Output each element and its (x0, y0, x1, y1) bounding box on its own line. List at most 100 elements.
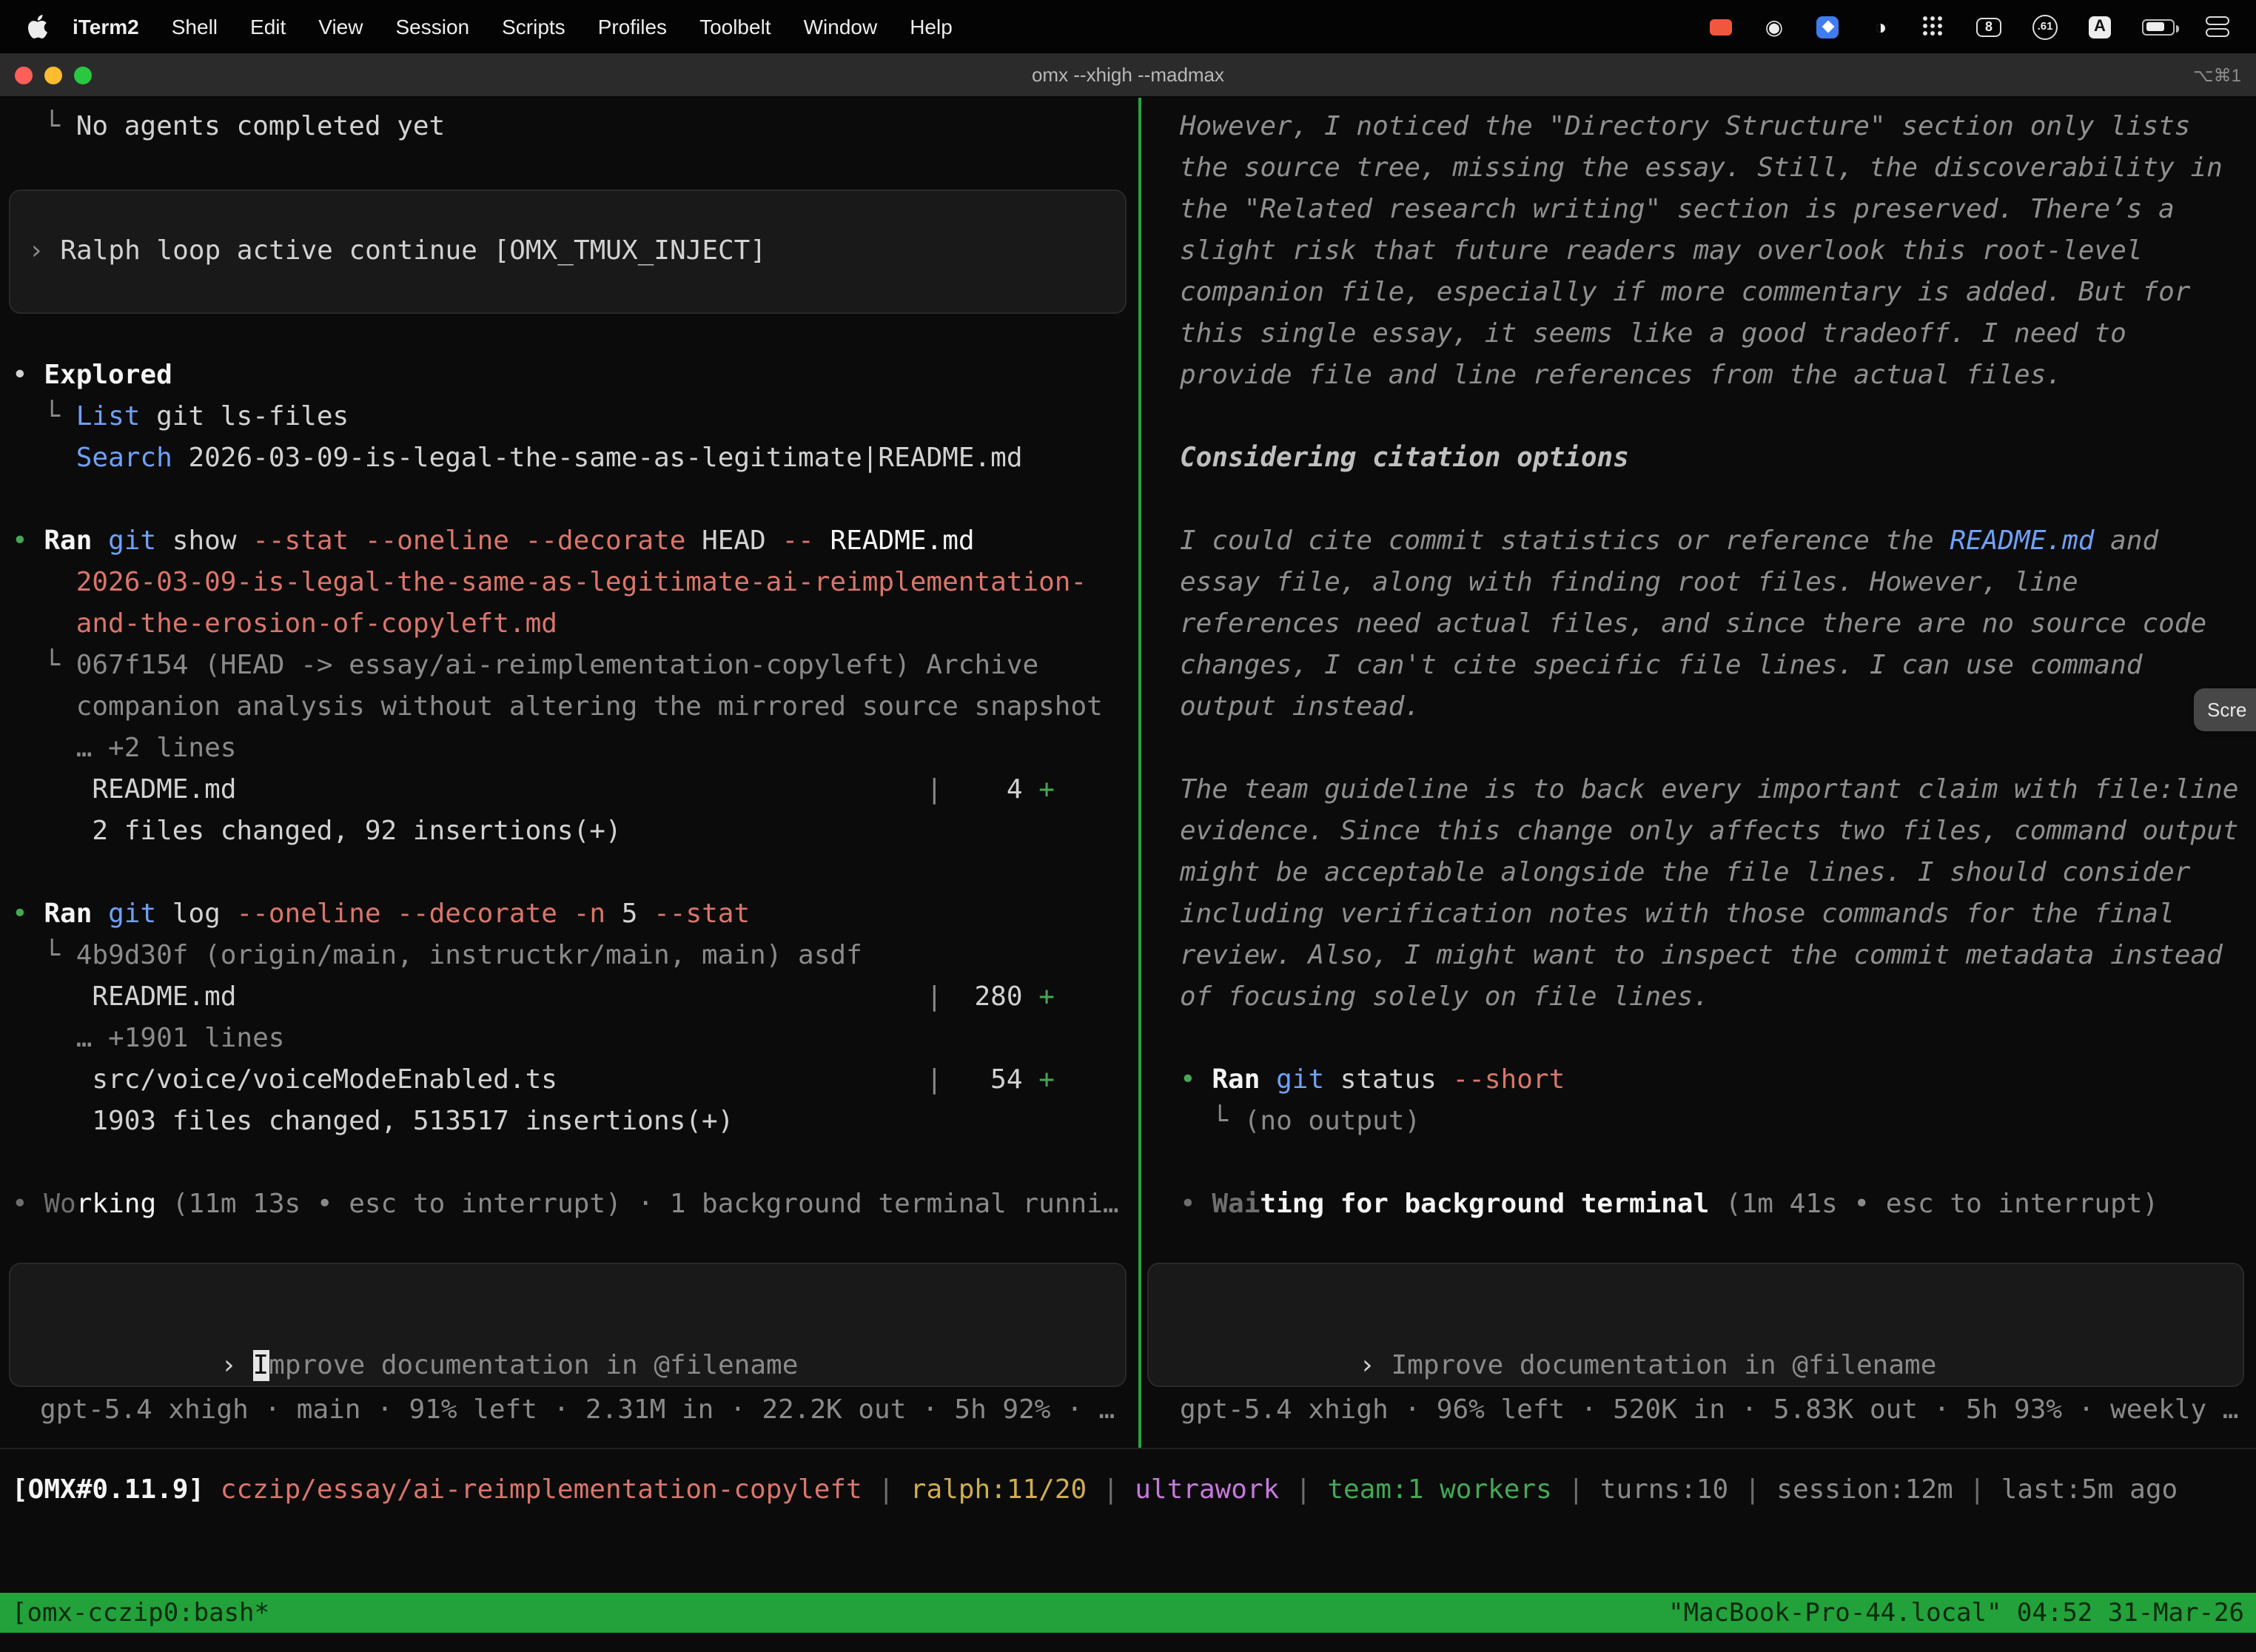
left-pane-lines: • Explored └ List git ls-files Search 20… (0, 314, 1138, 1226)
blank-line (1180, 1018, 2256, 1060)
queued-message-line: › Ralph loop active continue [OMX_TMUX_I… (28, 231, 766, 272)
tmux-host-clock: "MacBook-Pro-44.local" 04:52 31-Mar-26 (1668, 1598, 2244, 1628)
terminal-line: this single essay, it seems like a good … (1180, 314, 2256, 355)
left-pane-lines-top: └ No agents completed yet (0, 98, 1138, 189)
launcher-app-icon[interactable] (1816, 16, 1839, 38)
window-title: omx --xhigh --madmax (0, 64, 2256, 86)
terminal-line: 2 files changed, 92 insertions(+) (12, 811, 1138, 853)
blank-line (12, 314, 1138, 355)
terminal-line: changes, I can't cite specific file line… (1180, 645, 2256, 687)
terminal-line: … +1901 lines (12, 1018, 1138, 1060)
menu-item-session[interactable]: Session (379, 15, 486, 38)
terminal-line: references need actual files, and since … (1180, 604, 2256, 645)
terminal-line: • Explored (12, 355, 1138, 397)
battery-gauge-icon[interactable]: .61 (2032, 14, 2058, 39)
terminal-line: The team guideline is to back every impo… (1180, 770, 2256, 811)
omx-status-line: [OMX#0.11.9] cczip/essay/ai-reimplementa… (0, 1470, 2256, 1511)
menu-item-toolbelt[interactable]: Toolbelt (683, 15, 788, 38)
blank-line (12, 148, 1138, 189)
tmux-session-window: [omx-cczip0:bash* (12, 1598, 269, 1628)
blank-line (12, 1143, 1138, 1184)
blank-line (1180, 480, 2256, 521)
prompt-input-left[interactable]: › Improve documentation in @filename (9, 1263, 1127, 1387)
terminal-line: companion file, especially if more comme… (1180, 272, 2256, 314)
apple-menu-icon[interactable] (18, 0, 56, 53)
input-prompt-icon: › (1359, 1350, 1391, 1381)
terminal-line: └ 4b9d30f (origin/main, instructkr/main,… (12, 936, 1138, 977)
terminal-line: Considering citation options (1180, 438, 2256, 480)
battery-icon[interactable] (2142, 19, 2175, 35)
menu-bar: iTerm2ShellEditViewSessionScriptsProfile… (0, 0, 2256, 53)
tmux-panes: └ No agents completed yet › Ralph loop a… (0, 98, 2256, 1449)
blank-line (1180, 1143, 2256, 1184)
terminal-line: review. Also, I might want to inspect th… (1180, 936, 2256, 977)
terminal-line: might be acceptable alongside the file l… (1180, 853, 2256, 894)
terminal-line: • Waiting for background terminal (1m 41… (1180, 1184, 2256, 1226)
menu-item-view[interactable]: View (302, 15, 379, 38)
menu-item-shell[interactable]: Shell (155, 15, 234, 38)
terminal-line: provide file and line references from th… (1180, 355, 2256, 397)
close-button[interactable] (15, 66, 33, 84)
input-cursor: I (252, 1350, 269, 1381)
screen-share-tab[interactable]: Scre (2194, 688, 2256, 731)
terminal-line: essay file, along with finding root file… (1180, 563, 2256, 604)
traffic-lights (0, 66, 92, 84)
terminal-line: the "Related research writing" section i… (1180, 189, 2256, 231)
tab-shortcut-hint: ⌥⌘1 (2193, 64, 2256, 85)
blank-line (1180, 397, 2256, 438)
terminal-line: └ (no output) (1180, 1101, 2256, 1143)
tmux-pane-left[interactable]: └ No agents completed yet › Ralph loop a… (0, 98, 1138, 1448)
moon-app-icon[interactable]: ◑ (1870, 15, 1892, 38)
terminal-line: of focusing solely on file lines. (1180, 977, 2256, 1018)
terminal-line: • Ran git show --stat --oneline --decora… (12, 521, 1138, 563)
input-source-icon[interactable]: A (2089, 16, 2111, 38)
terminal: └ No agents completed yet › Ralph loop a… (0, 98, 2256, 1652)
terminal-line: src/voice/voiceModeEnabled.ts | 54 + (12, 1060, 1138, 1101)
terminal-line: However, I noticed the "Directory Struct… (1180, 107, 2256, 148)
control-center-icon[interactable] (2206, 16, 2229, 37)
queued-message-box: › Ralph loop active continue [OMX_TMUX_I… (9, 189, 1127, 314)
terminal-line: • Working (11m 13s • esc to interrupt) ·… (12, 1184, 1138, 1226)
dots-grid-icon[interactable] (1923, 16, 1945, 37)
input-prompt-icon: › (221, 1350, 252, 1381)
menu-item-scripts[interactable]: Scripts (486, 15, 582, 38)
terminal-line: I could cite commit statistics or refere… (1180, 521, 2256, 563)
tmux-pane-right[interactable]: However, I noticed the "Directory Struct… (1141, 98, 2256, 1448)
terminal-line: companion analysis without altering the … (12, 687, 1138, 728)
terminal-line: [OMX#0.11.9] cczip/essay/ai-reimplementa… (12, 1470, 2256, 1511)
terminal-line: • Ran git log --oneline --decorate -n 5 … (12, 894, 1138, 936)
terminal-line: README.md | 4 + (12, 770, 1138, 811)
right-pane-lines: However, I noticed the "Directory Struct… (1141, 98, 2256, 1226)
menu-item-edit[interactable]: Edit (234, 15, 302, 38)
blank-line (12, 853, 1138, 894)
window-title-bar[interactable]: omx --xhigh --madmax ⌥⌘1 (0, 53, 2256, 98)
input-ghost-text: mprove documentation in @filename (269, 1350, 798, 1381)
terminal-line: evidence. Since this change only affects… (1180, 811, 2256, 853)
model-status-left: gpt-5.4 xhigh · main · 91% left · 2.31M … (0, 1390, 1138, 1431)
terminal-line: └ List git ls-files (12, 397, 1138, 438)
minimize-button[interactable] (44, 66, 62, 84)
blank-line (1180, 728, 2256, 770)
terminal-line: 2026-03-09-is-legal-the-same-as-legitima… (12, 563, 1138, 604)
terminal-line: and-the-erosion-of-copyleft.md (12, 604, 1138, 645)
terminal-line: 1903 files changed, 513517 insertions(+) (12, 1101, 1138, 1143)
menu-item-profiles[interactable]: Profiles (582, 15, 683, 38)
zoom-button[interactable] (74, 66, 92, 84)
keypad-app-icon[interactable]: 8 (1976, 17, 2001, 36)
menu-item-iterm2[interactable]: iTerm2 (56, 15, 155, 38)
terminal-line: └ 067f154 (HEAD -> essay/ai-reimplementa… (12, 645, 1138, 687)
terminal-line: › Ralph loop active continue [OMX_TMUX_I… (28, 231, 766, 272)
terminal-line: output instead. (1180, 687, 2256, 728)
terminal-line: the source tree, missing the essay. Stil… (1180, 148, 2256, 189)
menu-items: iTerm2ShellEditViewSessionScriptsProfile… (56, 15, 969, 38)
terminal-line: slight risk that future readers may over… (1180, 231, 2256, 272)
terminal-line: … +2 lines (12, 728, 1138, 770)
terminal-line: README.md | 280 + (12, 977, 1138, 1018)
menu-item-help[interactable]: Help (893, 15, 969, 38)
prompt-input-right[interactable]: › Improve documentation in @filename (1147, 1263, 2244, 1387)
globe-icon[interactable]: ◉ (1763, 15, 1785, 38)
terminal-line: including verification notes with those … (1180, 894, 2256, 936)
terminal-line: • Ran git status --short (1180, 1060, 2256, 1101)
screen-recording-indicator-icon[interactable] (1710, 19, 1732, 35)
menu-item-window[interactable]: Window (788, 15, 894, 38)
